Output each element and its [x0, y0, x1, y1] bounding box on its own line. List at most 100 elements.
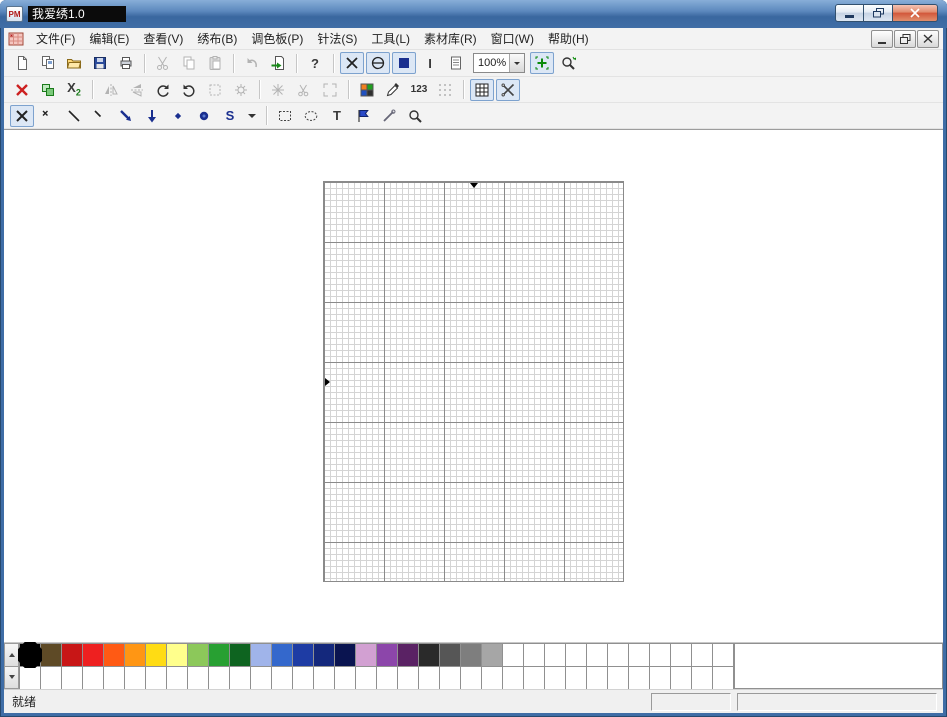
french-knot-button[interactable] — [192, 105, 216, 127]
palette-swatch[interactable] — [272, 644, 293, 667]
view-block-toggle[interactable] — [392, 52, 416, 74]
palette-swatch[interactable] — [125, 644, 146, 667]
palette-swatch[interactable] — [62, 644, 83, 667]
palette-swatch[interactable] — [545, 667, 566, 690]
palette-swatch[interactable] — [356, 644, 377, 667]
delete-by-color-button[interactable]: X2 — [62, 79, 86, 101]
rotate-left-button[interactable] — [151, 79, 175, 101]
show-numbers-button[interactable]: 123 — [407, 79, 431, 101]
color-picker-button[interactable] — [381, 79, 405, 101]
palette-swatch[interactable] — [587, 644, 608, 667]
palette-swatch[interactable] — [608, 667, 629, 690]
zoom-fit-button[interactable] — [530, 52, 554, 74]
flip-vertical-button[interactable] — [125, 79, 149, 101]
minimize-button[interactable] — [835, 4, 864, 22]
palette-swatch[interactable] — [440, 644, 461, 667]
palette-swatch[interactable] — [671, 667, 692, 690]
palette-blend-panel[interactable] — [734, 643, 943, 689]
palette-swatch[interactable] — [83, 644, 104, 667]
palette-swatch[interactable] — [251, 644, 272, 667]
open-button[interactable] — [62, 52, 86, 74]
menu-item[interactable]: 工具(L) — [364, 28, 417, 50]
palette-swatch[interactable] — [545, 644, 566, 667]
rotate-right-button[interactable] — [177, 79, 201, 101]
select-rectangle-button[interactable] — [273, 105, 297, 127]
palette-swatch[interactable] — [167, 667, 188, 690]
zoom-region-button[interactable] — [556, 52, 580, 74]
show-grid-button[interactable] — [470, 79, 494, 101]
petite-stitch-button[interactable] — [166, 105, 190, 127]
palette-swatch[interactable] — [209, 644, 230, 667]
menu-item[interactable]: 针法(S) — [310, 28, 364, 50]
stitch-options-dropdown[interactable] — [244, 105, 260, 127]
backslash-stitch-button[interactable] — [62, 105, 86, 127]
canvas-area[interactable] — [4, 129, 943, 642]
palette-swatch[interactable] — [713, 644, 734, 667]
undo-button[interactable] — [240, 52, 264, 74]
palette-swatch[interactable] — [566, 644, 587, 667]
delete-button[interactable] — [10, 79, 34, 101]
new-button[interactable] — [10, 52, 34, 74]
palette-scroll-down-button[interactable] — [4, 667, 19, 690]
snowflake-button[interactable] — [266, 79, 290, 101]
palette-swatch[interactable] — [314, 644, 335, 667]
palette-swatch[interactable] — [104, 644, 125, 667]
palette-swatch[interactable] — [251, 667, 272, 690]
palette-swatch[interactable] — [167, 644, 188, 667]
print-button[interactable] — [114, 52, 138, 74]
mdi-close-button[interactable] — [917, 30, 939, 48]
three-quarter-stitch-button[interactable] — [114, 105, 138, 127]
palette-swatch[interactable] — [335, 667, 356, 690]
palette-swatch[interactable] — [356, 667, 377, 690]
text-tool-button[interactable]: T — [325, 105, 349, 127]
palette-swatch[interactable] — [314, 667, 335, 690]
palette-scroll-up-button[interactable] — [4, 643, 19, 667]
palette-swatch[interactable] — [335, 644, 356, 667]
new-pattern-button[interactable] — [36, 52, 60, 74]
palette-swatch[interactable] — [188, 667, 209, 690]
zoom-level-select[interactable]: 100% — [473, 53, 525, 73]
view-symbol-toggle[interactable] — [366, 52, 390, 74]
corner-select-button[interactable] — [318, 79, 342, 101]
palette-swatch[interactable] — [398, 667, 419, 690]
cut-button[interactable] — [151, 52, 175, 74]
duplicate-button[interactable] — [36, 79, 60, 101]
palette-swatch[interactable] — [188, 644, 209, 667]
palette-swatch[interactable] — [146, 644, 167, 667]
palette-swatch[interactable] — [587, 667, 608, 690]
titlebar[interactable]: PM 我爱绣1.0 — [0, 0, 947, 28]
palette-swatch[interactable] — [629, 667, 650, 690]
menu-item[interactable]: 文件(F) — [29, 28, 82, 50]
full-cross-stitch-button[interactable] — [10, 105, 34, 127]
mdi-restore-button[interactable] — [894, 30, 916, 48]
palette-swatch[interactable] — [524, 667, 545, 690]
palette-swatch[interactable] — [566, 667, 587, 690]
import-button[interactable] — [266, 52, 290, 74]
menu-item[interactable]: 绣布(B) — [190, 28, 244, 50]
palette-swatch[interactable] — [20, 667, 41, 690]
palette-swatch[interactable] — [650, 644, 671, 667]
palette-swatch[interactable] — [230, 667, 251, 690]
menu-item[interactable]: 窗口(W) — [484, 28, 541, 50]
palette-swatch[interactable] — [209, 667, 230, 690]
select-ellipse-button[interactable] — [299, 105, 323, 127]
quarter-stitch-button[interactable] — [88, 105, 112, 127]
palette-swatch[interactable] — [398, 644, 419, 667]
save-button[interactable] — [88, 52, 112, 74]
palette-swatch[interactable] — [41, 644, 62, 667]
palette-swatch[interactable] — [419, 644, 440, 667]
trim-button[interactable] — [292, 79, 316, 101]
mdi-minimize-button[interactable] — [871, 30, 893, 48]
palette-swatch[interactable] — [608, 644, 629, 667]
view-cross-toggle[interactable] — [340, 52, 364, 74]
palette-swatch[interactable] — [713, 667, 734, 690]
cross-needles-button[interactable] — [496, 79, 520, 101]
help-button[interactable]: ? — [303, 52, 327, 74]
palette-swatch[interactable] — [419, 667, 440, 690]
half-stitch-button[interactable] — [36, 105, 60, 127]
palette-swatch[interactable] — [461, 667, 482, 690]
dots-grid-button[interactable] — [433, 79, 457, 101]
palette-swatch[interactable] — [377, 667, 398, 690]
palette-swatch[interactable] — [629, 644, 650, 667]
palette-swatch[interactable] — [524, 644, 545, 667]
